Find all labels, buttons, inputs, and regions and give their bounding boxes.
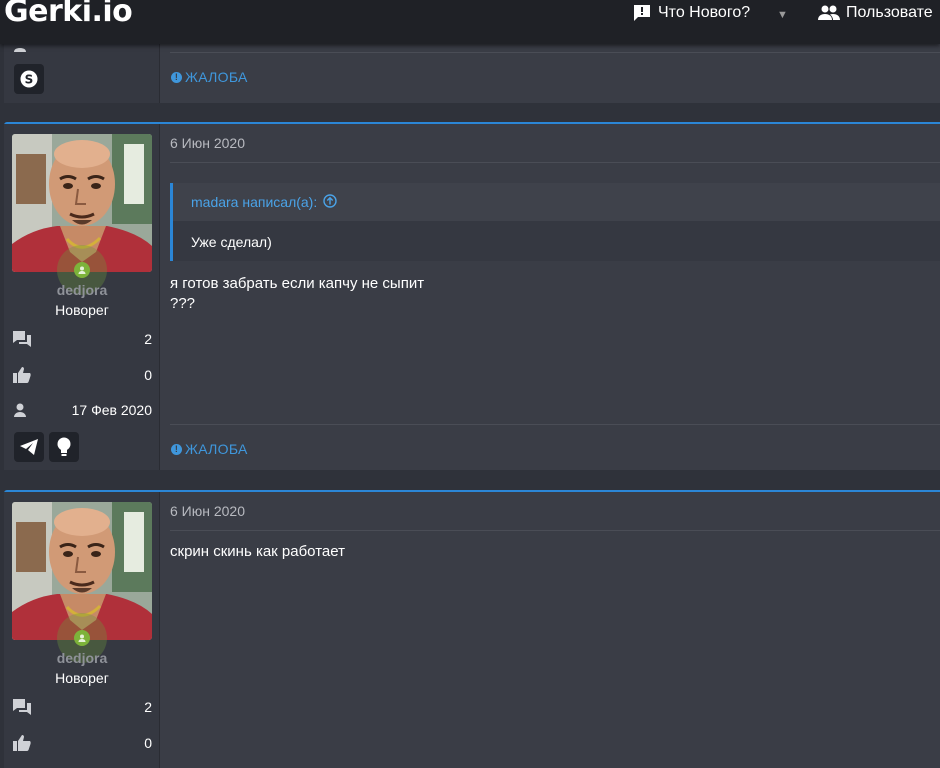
svg-text:S: S — [25, 73, 34, 87]
message-line: я готов забрать если капчу не сыпит — [170, 275, 425, 292]
site-logo[interactable]: Gerki.io — [4, 0, 133, 29]
joined-stat: 17 Фев 2020 — [12, 399, 152, 421]
post: dedjora Новорег 2 0 17 Фев 2020 6 Июн 20… — [4, 122, 940, 470]
post: dedjora Новорег 2 0 6 Июн 2020 скрин ски… — [4, 490, 940, 768]
report-label: ЖАЛОБА — [185, 441, 248, 457]
comments-icon — [12, 698, 36, 716]
quote-author: madara написал(а): — [191, 194, 318, 210]
info-icon: ! — [171, 443, 182, 455]
report-link[interactable]: ! ЖАЛОБА — [171, 69, 248, 85]
messages-stat: 2 — [12, 696, 152, 718]
post-content: ! ЖАЛОБА — [161, 40, 940, 103]
post-date[interactable]: 6 Июн 2020 — [170, 135, 245, 151]
reactions-count: 0 — [144, 367, 152, 383]
username[interactable]: dedjora — [4, 650, 160, 666]
report-label: ЖАЛОБА — [185, 69, 248, 85]
skype-icon[interactable]: S — [14, 64, 44, 94]
joined-date: 17 Фев 2020 — [71, 402, 152, 418]
report-link[interactable]: ! ЖАЛОБА — [171, 441, 248, 457]
user-title: Новорег — [55, 670, 109, 686]
post-content: 6 Июн 2020 madara написал(а): Уже сделал… — [161, 124, 940, 470]
message-line: скрин скинь как работает — [170, 543, 345, 560]
quote-text: Уже сделал) — [191, 234, 272, 250]
user-icon — [12, 402, 36, 418]
messages-count: 2 — [144, 699, 152, 715]
post: S ! ЖАЛОБА — [4, 40, 940, 103]
reactions-stat: 0 — [12, 732, 152, 754]
nav-whats-new-label: Что Нового? — [658, 4, 751, 21]
arrow-up-circle-icon[interactable] — [323, 193, 337, 211]
chevron-down-icon[interactable]: ▼ — [777, 4, 788, 26]
divider — [170, 162, 940, 163]
nav-whats-new[interactable]: Что Нового? — [632, 2, 750, 24]
telegram-icon[interactable] — [14, 432, 44, 462]
lightbulb-icon[interactable] — [49, 432, 79, 462]
users-icon — [818, 4, 840, 22]
quote-block: madara написал(а): Уже сделал) — [170, 183, 940, 261]
messages-count: 2 — [144, 331, 152, 347]
thumbs-up-icon — [12, 734, 36, 752]
user-title: Новорег — [55, 302, 109, 318]
info-icon: ! — [171, 71, 182, 83]
message-alert-icon — [632, 3, 652, 23]
nav-users-label: Пользовате — [846, 4, 933, 21]
thumbs-up-icon — [12, 366, 36, 384]
online-icon — [74, 630, 90, 646]
comments-icon — [12, 330, 36, 348]
user-column: S — [4, 40, 160, 103]
quote-header[interactable]: madara написал(а): — [173, 183, 940, 221]
nav-users[interactable]: Пользовате — [818, 2, 933, 24]
divider — [170, 52, 940, 53]
top-navigation-bar: Gerki.io Что Нового? ▼ Пользовате — [0, 0, 940, 44]
user-column: dedjora Новорег 2 0 17 Фев 2020 — [4, 124, 160, 470]
reactions-count: 0 — [144, 735, 152, 751]
message-line: ??? — [170, 295, 196, 312]
post-date[interactable]: 6 Июн 2020 — [170, 503, 245, 519]
messages-stat: 2 — [12, 328, 152, 350]
username[interactable]: dedjora — [4, 282, 160, 298]
post-content: 6 Июн 2020 скрин скинь как работает — [161, 492, 940, 768]
online-icon — [74, 262, 90, 278]
reactions-stat: 0 — [12, 364, 152, 386]
divider — [170, 424, 940, 425]
divider — [170, 530, 940, 531]
user-column: dedjora Новорег 2 0 — [4, 492, 160, 768]
